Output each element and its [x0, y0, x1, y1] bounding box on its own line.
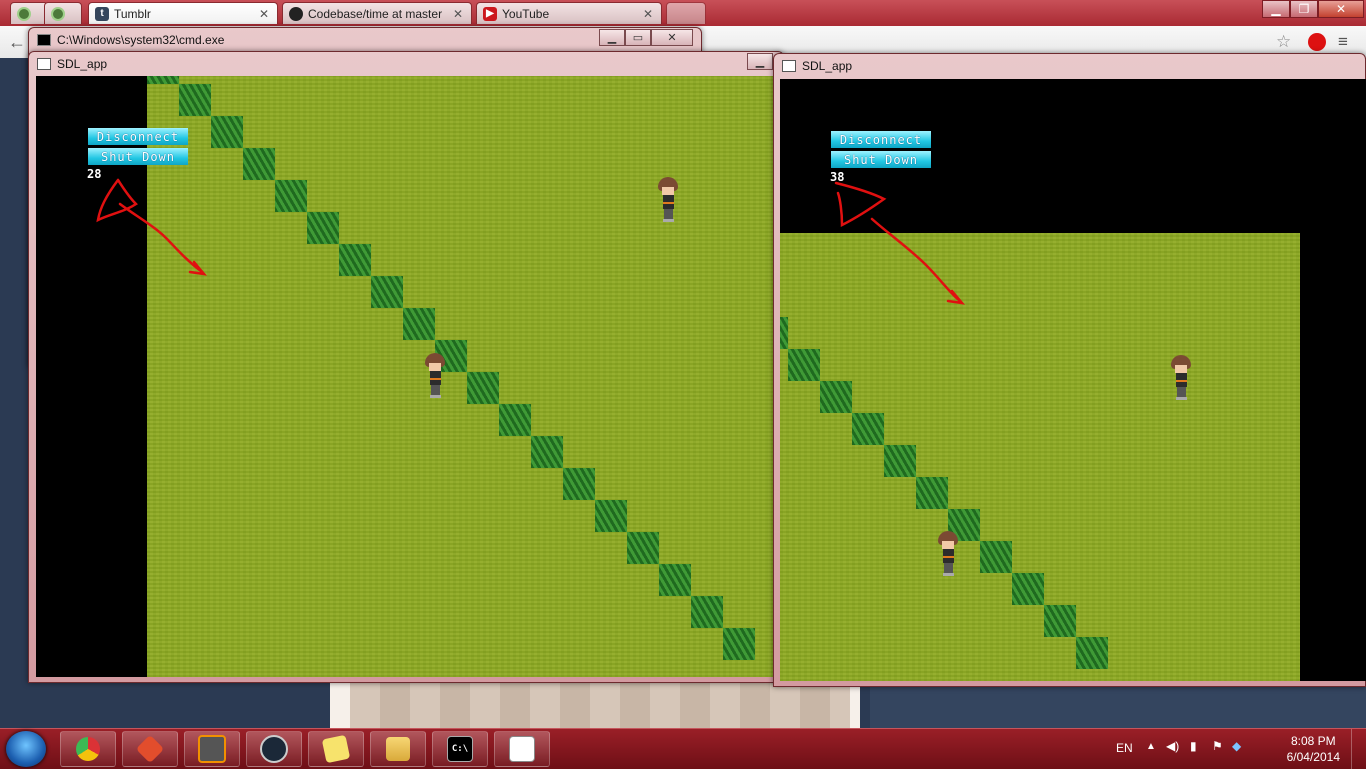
- steam-icon: [260, 735, 288, 763]
- sticky-notes-icon: [321, 734, 351, 764]
- tab-tumblr[interactable]: t Tumblr ✕: [88, 2, 278, 24]
- taskbar-explorer[interactable]: [370, 731, 426, 767]
- pinned-tab-2[interactable]: [44, 2, 82, 24]
- sdl-window-left[interactable]: SDL_app ▁ Disconnect Shut Down 28: [28, 51, 784, 683]
- action-center-icon[interactable]: ⚑: [1212, 739, 1223, 753]
- cmd-icon: C:\: [447, 736, 473, 762]
- tab-youtube[interactable]: ▶ YouTube ✕: [476, 2, 662, 24]
- clock-time: 8:08 PM: [1290, 734, 1336, 748]
- close-tab-icon[interactable]: ✕: [451, 7, 465, 21]
- app-window-icon: [782, 60, 796, 72]
- dropbox-icon[interactable]: ◆: [1232, 739, 1241, 753]
- language-indicator[interactable]: EN: [1116, 741, 1133, 755]
- system-tray: EN ▲ ◀) ▮ ⚑ ◆ 8:08 PM 6/04/2014: [1106, 729, 1366, 769]
- browser-close-button[interactable]: ✕: [1318, 0, 1364, 18]
- tab-title: YouTube: [502, 6, 550, 21]
- taskbar: C:\ EN ▲ ◀) ▮ ⚑ ◆ 8:08 PM 6/04/2014: [0, 728, 1366, 769]
- show-hidden-icons-icon[interactable]: ▲: [1146, 741, 1156, 752]
- close-tab-icon[interactable]: ✕: [257, 7, 271, 21]
- volume-icon[interactable]: ◀): [1166, 739, 1179, 753]
- youtube-icon: ▶: [483, 6, 497, 21]
- cmd-titlebar: C:\Windows\system32\cmd.exe: [37, 31, 224, 49]
- taskbar-steam[interactable]: [246, 731, 302, 767]
- back-icon[interactable]: ←: [8, 32, 26, 53]
- sdl-right-titlebar: SDL_app: [782, 57, 852, 75]
- app-icon: [51, 6, 65, 21]
- git-icon: [135, 734, 165, 764]
- sdl-left-titlebar: SDL_app: [37, 55, 107, 73]
- taskbar-git[interactable]: [122, 731, 178, 767]
- taskbar-sdl-app[interactable]: [494, 731, 550, 767]
- browser-minimize-button[interactable]: ▁: [1262, 0, 1290, 18]
- tab-title: Tumblr: [114, 6, 151, 21]
- taskbar-cmd[interactable]: C:\: [432, 731, 488, 767]
- cmd-icon: [37, 34, 51, 46]
- taskbar-chrome[interactable]: [60, 731, 116, 767]
- chrome-icon: [76, 737, 100, 761]
- close-button[interactable]: ✕: [651, 29, 693, 46]
- sdl-window-right[interactable]: SDL_app Disconnect Shut Down 38: [773, 53, 1366, 687]
- maximize-button[interactable]: ▭: [625, 29, 651, 46]
- minimize-button[interactable]: ▁: [747, 53, 773, 70]
- pinned-tab-1[interactable]: [10, 2, 48, 24]
- tab-codebase[interactable]: Codebase/time at master ✕: [282, 2, 472, 24]
- github-icon: [289, 6, 303, 21]
- taskbar-sticky-notes[interactable]: [308, 731, 364, 767]
- window-title: C:\Windows\system32\cmd.exe: [57, 33, 225, 47]
- extension-icon[interactable]: [1308, 33, 1326, 51]
- explorer-icon: [386, 737, 410, 761]
- game-canvas-right[interactable]: Disconnect Shut Down 38: [780, 79, 1366, 681]
- sublime-icon: [198, 735, 226, 763]
- window-title: SDL_app: [802, 59, 853, 73]
- clock-date: 6/04/2014: [1286, 750, 1340, 764]
- show-desktop-button[interactable]: [1351, 729, 1366, 769]
- red-arrow-annotation: [96, 178, 208, 276]
- tumblr-icon: t: [95, 6, 109, 21]
- menu-icon[interactable]: ≡: [1338, 32, 1348, 52]
- app-window-icon: [37, 58, 51, 70]
- browser-tabstrip: t Tumblr ✕ Codebase/time at master ✕ ▶ Y…: [0, 0, 1366, 26]
- bookmark-star-icon[interactable]: ☆: [1276, 32, 1291, 52]
- tab-title: Codebase/time at master: [308, 6, 443, 21]
- network-icon[interactable]: ▮: [1190, 739, 1197, 753]
- page-image: [350, 682, 850, 728]
- browser-maximize-button[interactable]: ❐: [1290, 0, 1318, 18]
- minimize-button[interactable]: ▁: [599, 29, 625, 46]
- close-tab-icon[interactable]: ✕: [641, 7, 655, 21]
- start-button[interactable]: [6, 731, 46, 767]
- clock[interactable]: 8:08 PM 6/04/2014: [1287, 733, 1340, 765]
- sdl-app-icon: [509, 736, 535, 762]
- app-icon: [17, 6, 31, 21]
- taskbar-sublime[interactable]: [184, 731, 240, 767]
- window-title: SDL_app: [57, 57, 108, 71]
- new-tab-button[interactable]: [666, 2, 706, 24]
- red-arrow-annotation: [834, 181, 966, 305]
- game-canvas-left[interactable]: Disconnect Shut Down 28: [36, 76, 776, 677]
